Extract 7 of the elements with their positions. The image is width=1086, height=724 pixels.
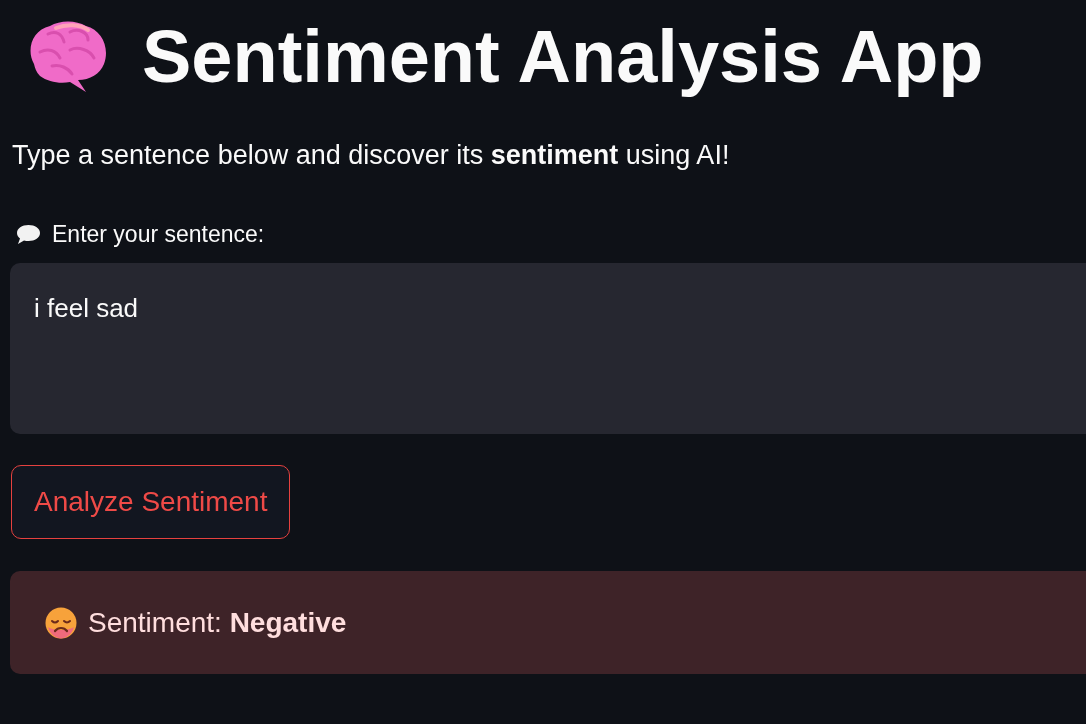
result-text: Sentiment: Negative [88, 605, 347, 640]
input-label: Enter your sentence: [52, 220, 265, 248]
sentence-input[interactable]: i feel sad [10, 263, 1086, 434]
analyze-button[interactable]: Analyze Sentiment [11, 465, 291, 539]
sad-face-icon [45, 606, 77, 639]
speech-bubble-icon [16, 223, 41, 245]
intro-text: Type a sentence below and discover its sentiment using AI! [11, 139, 731, 172]
